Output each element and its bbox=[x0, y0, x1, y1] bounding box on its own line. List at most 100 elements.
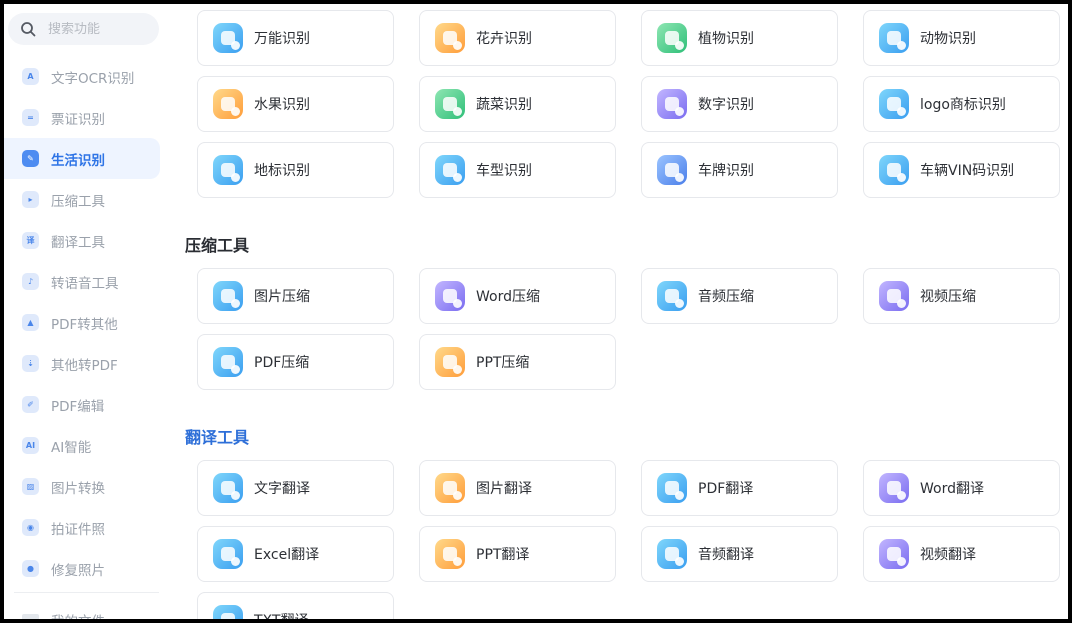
tool-card[interactable]: PPT翻译 bbox=[419, 526, 616, 582]
tool-card[interactable]: PPT压缩 bbox=[419, 334, 616, 390]
sidebar-item-label: 压缩工具 bbox=[51, 193, 105, 210]
animal-icon bbox=[879, 23, 909, 53]
tool-card-label: PDF压缩 bbox=[254, 355, 310, 371]
search-input[interactable] bbox=[48, 21, 148, 37]
sidebar-item-my-files[interactable]: 我的文件 bbox=[22, 610, 105, 619]
id-photo-icon: ◉ bbox=[22, 519, 39, 536]
sidebar-item-label: 文字OCR识别 bbox=[51, 70, 135, 87]
logo-icon bbox=[879, 89, 909, 119]
tool-card[interactable]: 蔬菜识别 bbox=[419, 76, 616, 132]
tool-card[interactable]: 音频翻译 bbox=[641, 526, 838, 582]
tool-card[interactable]: PDF压缩 bbox=[197, 334, 394, 390]
tool-card[interactable]: Excel翻译 bbox=[197, 526, 394, 582]
sidebar-item[interactable]: ● 修复照片 bbox=[4, 548, 160, 589]
repair-photo-icon: ● bbox=[22, 560, 39, 577]
tool-card-label: 车牌识别 bbox=[698, 163, 754, 179]
tool-card-label: 车型识别 bbox=[476, 163, 532, 179]
tool-card-label: Word压缩 bbox=[476, 289, 540, 305]
sidebar-item[interactable]: ▲ PDF转其他 bbox=[4, 302, 160, 343]
tool-card-label: 车辆VIN码识别 bbox=[920, 163, 1015, 179]
image-convert-icon: ▨ bbox=[22, 478, 39, 495]
section-title-translate: 翻译工具 bbox=[185, 428, 250, 447]
sidebar-item-label: 生活识别 bbox=[51, 152, 105, 169]
sidebar-item[interactable]: ⇣ 其他转PDF bbox=[4, 343, 160, 384]
tool-card[interactable]: 图片翻译 bbox=[419, 460, 616, 516]
tool-card[interactable]: 数字识别 bbox=[641, 76, 838, 132]
tool-card[interactable]: 花卉识别 bbox=[419, 10, 616, 66]
vin-icon bbox=[879, 155, 909, 185]
video-translate-icon bbox=[879, 539, 909, 569]
search-icon bbox=[21, 22, 36, 37]
tool-card[interactable]: Word压缩 bbox=[419, 268, 616, 324]
tool-card[interactable]: 图片压缩 bbox=[197, 268, 394, 324]
tool-card[interactable]: 水果识别 bbox=[197, 76, 394, 132]
ppt-compress-icon bbox=[435, 347, 465, 377]
tool-card-label: 万能识别 bbox=[254, 31, 310, 47]
sidebar-item[interactable]: ◉ 拍证件照 bbox=[4, 507, 160, 548]
word-translate-icon bbox=[879, 473, 909, 503]
sidebar-item[interactable]: AI AI智能 bbox=[4, 425, 160, 466]
compress-icon: ▸ bbox=[22, 191, 39, 208]
sidebar-nav: A 文字OCR识别 = 票证识别 ✎ 生活识别 ▸ 压缩工具译翻译工具 ♪ 转语音工具 ▲ PDF转其… bbox=[4, 56, 164, 589]
sidebar-item[interactable]: ✎ 生活识别 bbox=[4, 138, 160, 179]
search-box[interactable] bbox=[8, 13, 159, 45]
image-compress-icon bbox=[213, 281, 243, 311]
tool-card[interactable]: 车牌识别 bbox=[641, 142, 838, 198]
sidebar-item[interactable]: ▸ 压缩工具 bbox=[4, 179, 160, 220]
tool-card-label: 视频翻译 bbox=[920, 547, 976, 563]
section-title-compress: 压缩工具 bbox=[185, 236, 250, 255]
sidebar-item-label: AI智能 bbox=[51, 439, 92, 456]
tool-card[interactable]: Word翻译 bbox=[863, 460, 1060, 516]
tool-card-label: 数字识别 bbox=[698, 97, 754, 113]
tool-card[interactable]: 视频压缩 bbox=[863, 268, 1060, 324]
sidebar-item[interactable]: = 票证识别 bbox=[4, 97, 160, 138]
number-icon bbox=[657, 89, 687, 119]
car-model-icon bbox=[435, 155, 465, 185]
tool-card[interactable]: 地标识别 bbox=[197, 142, 394, 198]
txt-translate-icon bbox=[213, 605, 243, 619]
pdf-edit-icon: ✐ bbox=[22, 396, 39, 413]
tool-card[interactable]: 文字翻译 bbox=[197, 460, 394, 516]
sidebar-item[interactable]: 译翻译工具 bbox=[4, 220, 160, 261]
app-window: A文字OCR识别=票证识别✎生活识别▸压缩工具译翻译工具♪转语音工具▲PDF转其… bbox=[4, 4, 1068, 619]
text-translate-icon bbox=[213, 473, 243, 503]
sidebar-item[interactable]: ✐ PDF编辑 bbox=[4, 384, 160, 425]
ai-icon: AI bbox=[22, 437, 39, 454]
tool-card-label: 文字翻译 bbox=[254, 481, 310, 497]
sidebar-item[interactable]: A 文字OCR识别 bbox=[4, 56, 160, 97]
word-compress-icon bbox=[435, 281, 465, 311]
tool-card-label: 水果识别 bbox=[254, 97, 310, 113]
sidebar-item-label: PDF转其他 bbox=[51, 316, 118, 333]
flower-icon bbox=[435, 23, 465, 53]
tool-card[interactable]: 植物识别 bbox=[641, 10, 838, 66]
tool-card-label: 音频翻译 bbox=[698, 547, 754, 563]
speech-icon: ♪ bbox=[22, 273, 39, 290]
tool-card[interactable]: TXT翻译 bbox=[197, 592, 394, 619]
sidebar-item-label: PDF编辑 bbox=[51, 398, 105, 415]
sidebar: A 文字OCR识别 = 票证识别 ✎ 生活识别 ▸ 压缩工具译翻译工具 ♪ 转语音工具 ▲ PDF转其… bbox=[4, 4, 164, 619]
license-plate-icon bbox=[657, 155, 687, 185]
tool-card[interactable]: logo商标识别 bbox=[863, 76, 1060, 132]
audio-compress-icon bbox=[657, 281, 687, 311]
tool-card-label: Word翻译 bbox=[920, 481, 984, 497]
tool-card[interactable]: 车辆VIN码识别 bbox=[863, 142, 1060, 198]
tool-card-label: TXT翻译 bbox=[254, 610, 308, 619]
sidebar-item-label: 我的文件 bbox=[51, 610, 105, 619]
tool-card-label: 图片压缩 bbox=[254, 289, 310, 305]
sidebar-item-label: 票证识别 bbox=[51, 111, 105, 128]
tool-card[interactable]: 万能识别 bbox=[197, 10, 394, 66]
pdf-convert-icon: ▲ bbox=[22, 314, 39, 331]
tool-card[interactable]: 音频压缩 bbox=[641, 268, 838, 324]
tool-card[interactable]: 车型识别 bbox=[419, 142, 616, 198]
tool-card-label: PPT翻译 bbox=[476, 547, 530, 563]
sidebar-item-label: 修复照片 bbox=[51, 562, 105, 579]
tool-card[interactable]: PDF翻译 bbox=[641, 460, 838, 516]
ticket-icon: = bbox=[22, 109, 39, 126]
tool-card[interactable]: 动物识别 bbox=[863, 10, 1060, 66]
tool-card-label: 花卉识别 bbox=[476, 31, 532, 47]
sidebar-item[interactable]: ▨ 图片转换 bbox=[4, 466, 160, 507]
sidebar-item[interactable]: ♪ 转语音工具 bbox=[4, 261, 160, 302]
sidebar-item-label: 其他转PDF bbox=[51, 357, 118, 374]
tool-card[interactable]: 视频翻译 bbox=[863, 526, 1060, 582]
pdf-compress-icon bbox=[213, 347, 243, 377]
